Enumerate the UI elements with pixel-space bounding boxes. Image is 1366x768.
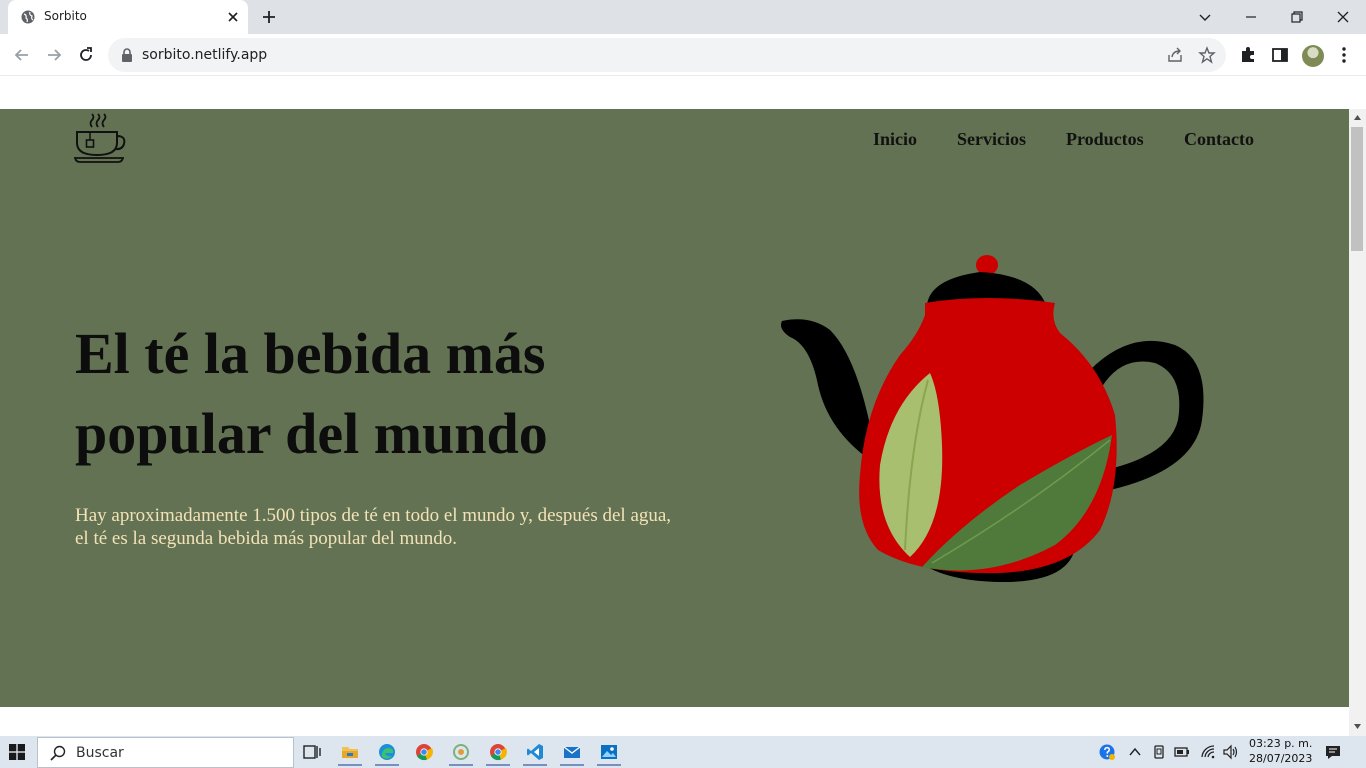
forward-icon[interactable]: [44, 45, 64, 65]
dev-app-button[interactable]: [447, 738, 475, 766]
mail-button[interactable]: [558, 738, 586, 766]
plus-icon[interactable]: [261, 9, 277, 25]
close-icon[interactable]: [225, 9, 241, 25]
running-indicator: [338, 764, 362, 766]
sidepanel-icon[interactable]: [1270, 45, 1290, 65]
page-viewport: Inicio Servicios Productos Contacto El t…: [0, 76, 1366, 736]
app-icon: [453, 744, 469, 760]
search-icon: [50, 745, 66, 761]
chrome-button-active[interactable]: [484, 738, 512, 766]
photos-icon: [601, 745, 617, 759]
url-text[interactable]: sorbito.netlify.app: [142, 47, 267, 63]
hero-headline: El té la bebida más popular del mundo: [75, 321, 548, 466]
windows-taskbar: Buscar: [0, 736, 1366, 768]
task-view-icon: [303, 745, 321, 759]
scroll-thumb[interactable]: [1351, 127, 1363, 251]
close-icon[interactable]: [1334, 8, 1352, 26]
share-icon[interactable]: [1166, 46, 1184, 64]
edge-button[interactable]: [373, 738, 401, 766]
star-icon[interactable]: [1198, 46, 1216, 64]
mail-icon: [563, 746, 581, 758]
photos-button[interactable]: [595, 738, 623, 766]
running-indicator: [486, 764, 510, 766]
hero-description: Hay aproximadamente 1.500 tipos de té en…: [75, 505, 672, 549]
lock-icon[interactable]: [121, 48, 133, 62]
hero-section: Inicio Servicios Productos Contacto El t…: [0, 109, 1349, 707]
chrome-button[interactable]: [410, 738, 438, 766]
page-scrollbar[interactable]: [1349, 109, 1366, 736]
device-icon[interactable]: [1151, 744, 1167, 760]
search-placeholder: Buscar: [76, 745, 124, 761]
more-icon[interactable]: [1334, 45, 1354, 65]
minimize-icon[interactable]: [1242, 8, 1260, 26]
nav-link-contacto[interactable]: Contacto: [1184, 129, 1254, 150]
clock-time[interactable]: 03:23 p. m.: [1249, 737, 1312, 750]
vscode-button[interactable]: [521, 738, 549, 766]
browser-tab[interactable]: Sorbito: [8, 0, 248, 34]
volume-icon[interactable]: [1222, 744, 1238, 760]
nav-link-servicios[interactable]: Servicios: [957, 129, 1026, 150]
chevron-up-icon[interactable]: [1127, 744, 1143, 760]
tab-title: Sorbito: [44, 9, 87, 23]
globe-icon: [21, 10, 35, 24]
address-bar[interactable]: sorbito.netlify.app: [108, 38, 1226, 72]
chevron-down-icon[interactable]: [1196, 8, 1214, 26]
browser-tab-bar: Sorbito: [0, 0, 1366, 34]
chrome-icon: [416, 744, 433, 761]
back-icon[interactable]: [12, 45, 32, 65]
avatar[interactable]: [1302, 45, 1324, 67]
extensions-icon[interactable]: [1238, 45, 1258, 65]
running-indicator: [523, 764, 547, 766]
chevron-up-icon[interactable]: [1353, 113, 1362, 122]
chrome-icon: [490, 744, 507, 761]
help-icon[interactable]: [1099, 744, 1115, 760]
running-indicator: [449, 764, 473, 766]
file-explorer-button[interactable]: [336, 738, 364, 766]
running-indicator: [560, 764, 584, 766]
edge-icon: [379, 744, 395, 760]
nav-link-productos[interactable]: Productos: [1066, 129, 1144, 150]
windows-start-icon[interactable]: [9, 744, 25, 760]
clock-date[interactable]: 28/07/2023: [1249, 752, 1312, 765]
tea-cup-logo-icon[interactable]: [74, 113, 128, 163]
running-indicator: [597, 764, 621, 766]
taskbar-search[interactable]: Buscar: [37, 737, 294, 768]
chevron-down-icon[interactable]: [1353, 722, 1362, 731]
notifications-icon[interactable]: [1325, 744, 1341, 760]
battery-icon[interactable]: [1174, 744, 1190, 760]
running-indicator: [375, 764, 399, 766]
restore-icon[interactable]: [1288, 8, 1306, 26]
reload-icon[interactable]: [76, 45, 96, 65]
wifi-icon[interactable]: [1200, 744, 1216, 760]
teapot-illustration: [781, 255, 1204, 583]
browser-toolbar: sorbito.netlify.app: [0, 34, 1366, 76]
task-view-button[interactable]: [298, 738, 326, 766]
vscode-icon: [527, 744, 543, 760]
nav-link-inicio[interactable]: Inicio: [873, 129, 917, 150]
file-explorer-icon: [342, 747, 358, 758]
